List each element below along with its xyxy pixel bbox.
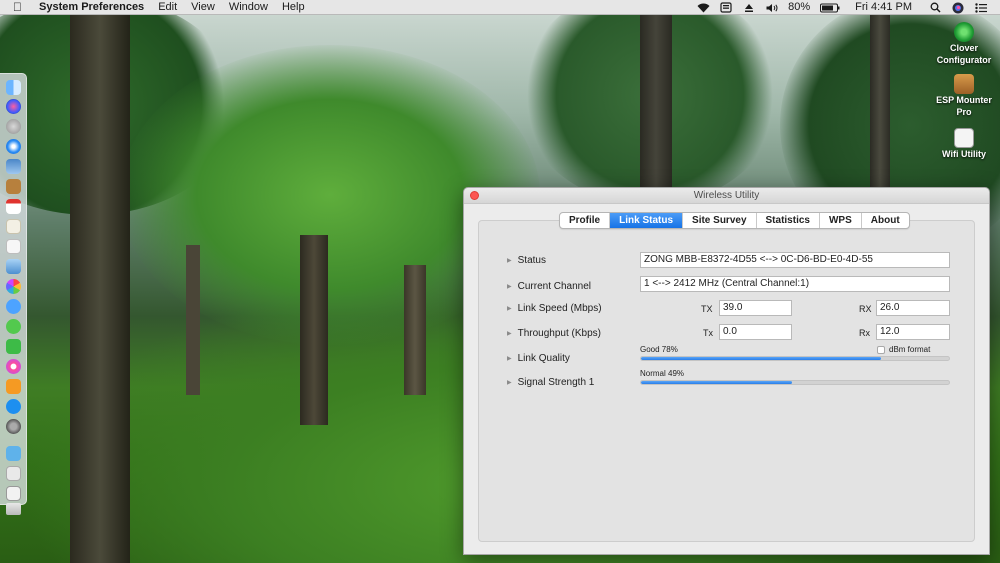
desktop-icon-label: Wifi Utility bbox=[942, 149, 986, 159]
tree-trunk bbox=[870, 15, 890, 195]
calendar-icon[interactable] bbox=[6, 199, 21, 214]
apple-icon[interactable]:  bbox=[13, 0, 27, 15]
tab-statistics[interactable]: Statistics bbox=[757, 213, 820, 228]
throughput-tx-field: 0.0 bbox=[719, 324, 792, 340]
link-speed-tx-field: 39.0 bbox=[719, 300, 792, 316]
notes-book-icon[interactable] bbox=[6, 179, 21, 194]
status-area: 80% Fri 4:41 PM bbox=[696, 0, 1000, 15]
facetime-icon[interactable] bbox=[6, 339, 21, 354]
status-field: ZONG MBB-E8372-4D55 <--> 0C-D6-BD-E0-4D-… bbox=[640, 252, 950, 268]
esp-mounter-icon bbox=[954, 74, 974, 94]
ibooks-icon[interactable] bbox=[6, 379, 21, 394]
link-quality-bar bbox=[640, 356, 950, 361]
downloads-icon[interactable] bbox=[6, 466, 21, 481]
link-speed-rx-field: 26.0 bbox=[876, 300, 950, 316]
menu-edit[interactable]: Edit bbox=[158, 0, 177, 15]
wifi-utility-icon bbox=[954, 128, 974, 148]
finder-icon[interactable] bbox=[6, 80, 21, 95]
menu-help[interactable]: Help bbox=[282, 0, 305, 15]
preview-icon[interactable] bbox=[6, 159, 21, 174]
tree-trunk bbox=[70, 15, 130, 563]
signal-strength-bar-fill bbox=[641, 381, 792, 384]
signal-strength-caption: Normal 49% bbox=[640, 369, 685, 378]
messages-blue-icon[interactable] bbox=[6, 299, 21, 314]
channel-row-label: ▶ Current Channel bbox=[507, 281, 591, 292]
channel-field: 1 <--> 2412 MHz (Central Channel:1) bbox=[640, 276, 950, 292]
tree-trunk bbox=[186, 245, 200, 395]
desktop-icon-label: Clover Configurator bbox=[936, 43, 992, 65]
notification-center-icon[interactable] bbox=[974, 2, 988, 14]
signal-strength-row-label: ▶ Signal Strength 1 bbox=[507, 377, 595, 388]
throughput-rx-label: Rx bbox=[859, 328, 870, 338]
signal-strength-bar bbox=[640, 380, 950, 385]
throughput-row-label: ▶ Throughput (Kbps) bbox=[507, 328, 602, 339]
tab-bar: Profile Link Status Site Survey Statisti… bbox=[559, 212, 910, 229]
trash-icon[interactable] bbox=[6, 503, 21, 515]
throughput-tx-label: Tx bbox=[703, 328, 713, 338]
photos-icon[interactable] bbox=[6, 279, 21, 294]
link-speed-tx-label: TX bbox=[701, 304, 713, 314]
link-quality-row-label: ▶ Link Quality bbox=[507, 353, 570, 364]
clover-configurator-icon bbox=[954, 22, 974, 42]
link-speed-rx-label: RX bbox=[859, 304, 872, 314]
desktop-icon-clover[interactable]: Clover Configurator bbox=[928, 22, 1000, 66]
link-speed-row-label: ▶ Link Speed (Mbps) bbox=[507, 303, 602, 314]
status-row-label: ▶ Status bbox=[507, 255, 546, 266]
messages-icon[interactable] bbox=[6, 319, 21, 334]
dock bbox=[0, 73, 27, 515]
volume-icon[interactable] bbox=[765, 2, 779, 14]
link-status-panel: ▶ Status ZONG MBB-E8372-4D55 <--> 0C-D6-B… bbox=[478, 220, 975, 542]
eject-icon[interactable] bbox=[742, 2, 756, 14]
desktop-icon-wifi-utility[interactable]: Wifi Utility bbox=[928, 128, 1000, 160]
launchpad-icon[interactable] bbox=[6, 119, 21, 134]
tab-site-survey[interactable]: Site Survey bbox=[683, 213, 757, 228]
wifi-icon[interactable] bbox=[696, 2, 710, 14]
clock[interactable]: Fri 4:41 PM bbox=[855, 0, 912, 15]
image-capture-icon[interactable] bbox=[6, 259, 21, 274]
menu-bar:  System Preferences Edit View Window He… bbox=[0, 0, 1000, 15]
safari-icon[interactable] bbox=[6, 139, 21, 154]
link-quality-caption: Good 78% bbox=[640, 345, 678, 354]
script-icon[interactable] bbox=[719, 2, 733, 14]
desktop-icon-esp-mounter[interactable]: ESP Mounter Pro bbox=[928, 74, 1000, 118]
search-icon[interactable] bbox=[928, 2, 942, 14]
tree-trunk bbox=[300, 235, 328, 425]
disclosure-triangle-icon[interactable]: ▶ bbox=[507, 258, 512, 264]
itunes-icon[interactable] bbox=[6, 359, 21, 374]
wireless-utility-window: Wireless Utility Profile Link Status Sit… bbox=[463, 187, 990, 555]
system-preferences-icon[interactable] bbox=[6, 419, 21, 434]
dbm-format-checkbox[interactable] bbox=[877, 346, 885, 354]
disclosure-triangle-icon[interactable]: ▶ bbox=[507, 331, 512, 337]
link-quality-bar-fill bbox=[641, 357, 882, 360]
desktop-icon-label: ESP Mounter Pro bbox=[936, 95, 992, 117]
disclosure-triangle-icon[interactable]: ▶ bbox=[507, 284, 512, 290]
tree-trunk bbox=[404, 265, 426, 395]
menu-window[interactable]: Window bbox=[229, 0, 268, 15]
tab-about[interactable]: About bbox=[862, 213, 909, 228]
battery-percent: 80% bbox=[788, 1, 811, 13]
window-title: Wireless Utility bbox=[693, 190, 760, 201]
folder-icon[interactable] bbox=[6, 446, 21, 461]
tab-profile[interactable]: Profile bbox=[560, 213, 611, 228]
textedit-icon[interactable] bbox=[6, 219, 21, 234]
window-titlebar[interactable]: Wireless Utility bbox=[464, 188, 989, 204]
menu-view[interactable]: View bbox=[191, 0, 215, 15]
tab-wps[interactable]: WPS bbox=[820, 213, 862, 228]
throughput-rx-field: 12.0 bbox=[876, 324, 950, 340]
disclosure-triangle-icon[interactable]: ▶ bbox=[507, 306, 512, 312]
document-icon[interactable] bbox=[6, 486, 21, 501]
dbm-format-label: dBm format bbox=[889, 345, 931, 354]
tab-link-status[interactable]: Link Status bbox=[610, 213, 684, 228]
app-store-icon[interactable] bbox=[6, 399, 21, 414]
close-button[interactable] bbox=[470, 191, 479, 200]
menu-app-name[interactable]: System Preferences bbox=[39, 0, 144, 15]
disclosure-triangle-icon[interactable]: ▶ bbox=[507, 380, 512, 386]
siri-icon[interactable] bbox=[951, 2, 965, 14]
disclosure-triangle-icon[interactable]: ▶ bbox=[507, 356, 512, 362]
tree-trunk bbox=[640, 15, 672, 205]
battery-icon[interactable] bbox=[820, 2, 840, 14]
siri-dock-icon[interactable] bbox=[6, 99, 21, 114]
document-viewer-icon[interactable] bbox=[6, 239, 21, 254]
